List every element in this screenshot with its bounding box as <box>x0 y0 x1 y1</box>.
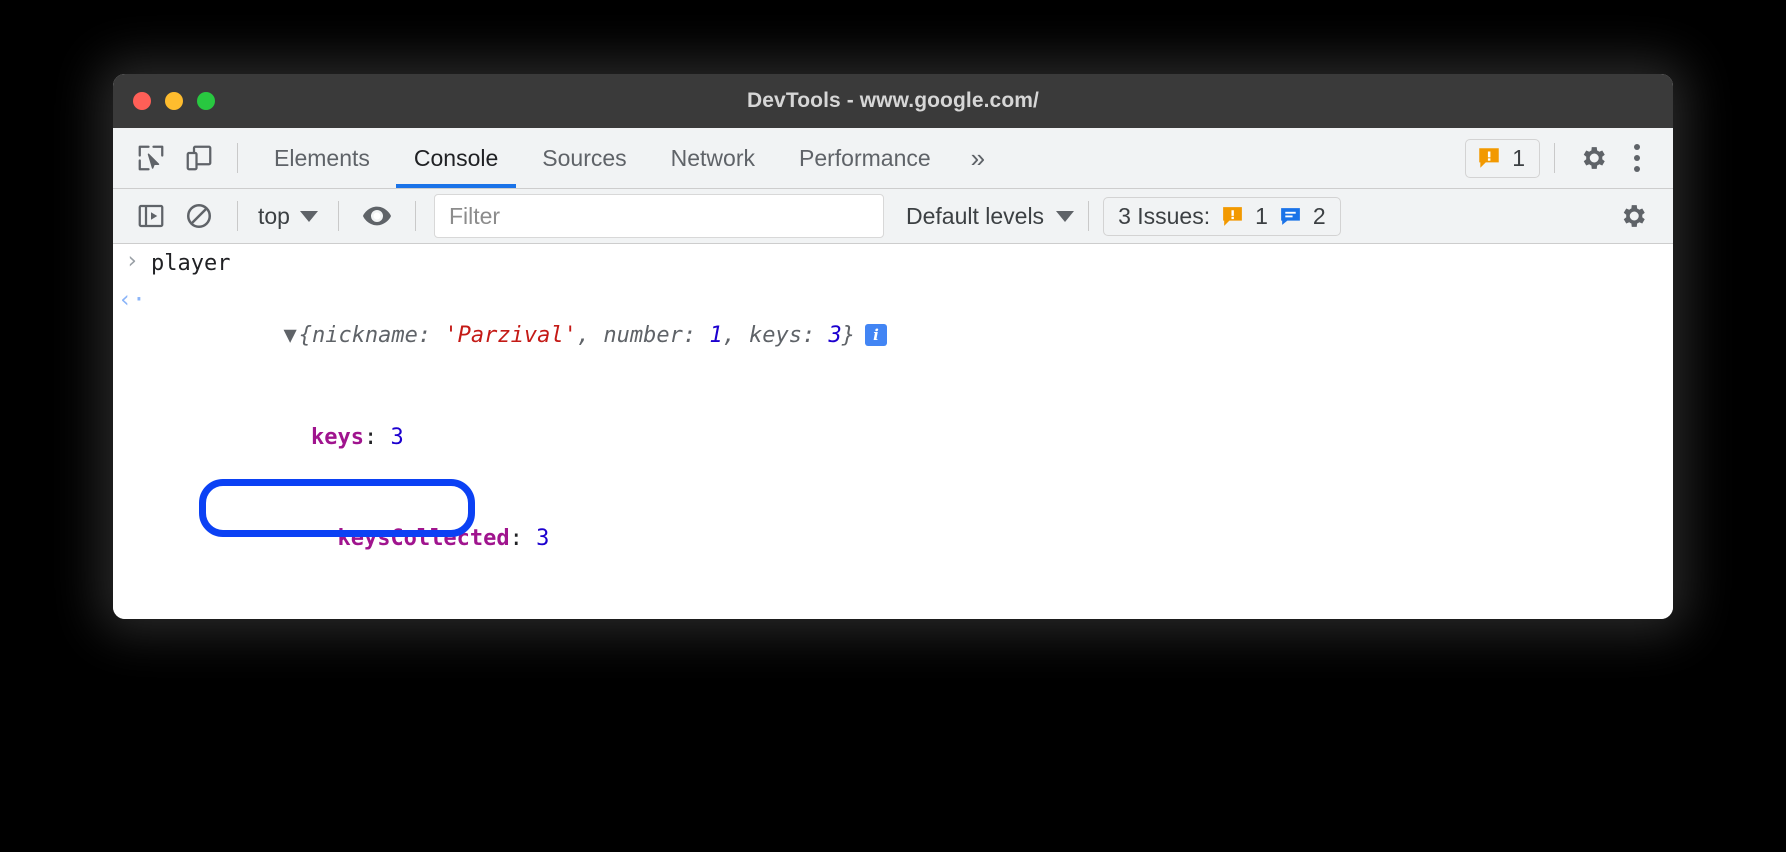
filterbar-divider-3 <box>415 201 416 231</box>
preview-open-brace: { <box>299 323 312 348</box>
console-sidebar-icon[interactable] <box>127 192 175 240</box>
more-tabs-label: » <box>971 143 985 174</box>
gear-icon[interactable] <box>1569 134 1617 182</box>
devtools-tabbar: Elements Console Sources Network Perform… <box>113 128 1673 189</box>
object-preview[interactable]: ▼{nickname: 'Parzival', number: 1, keys:… <box>151 286 887 385</box>
inspect-element-icon[interactable] <box>127 134 175 182</box>
warning-count-label: 1 <box>1512 145 1525 172</box>
info-message-icon <box>1278 204 1303 229</box>
result-gutter: ‹· <box>113 286 151 312</box>
traffic-light-controls <box>133 74 215 128</box>
preview-part-5: 3 <box>829 323 842 348</box>
console-input-row[interactable]: › player <box>113 244 1673 283</box>
log-levels-select[interactable]: Default levels <box>906 203 1074 230</box>
preview-close-brace: } <box>842 323 855 348</box>
expand-triangle-icon[interactable]: ▼ <box>283 319 296 352</box>
warning-icon <box>1476 145 1502 171</box>
preview-part-0: nickname: <box>312 323 444 348</box>
issues-info-count: 2 <box>1313 203 1326 230</box>
result-arrow-icon: ‹· <box>118 289 146 312</box>
filterbar-divider-4 <box>1088 201 1089 231</box>
tab-network[interactable]: Network <box>649 128 777 188</box>
tabbar-right-controls: 1 <box>1465 128 1673 188</box>
filter-placeholder: Filter <box>449 203 500 230</box>
console-settings-gear-icon[interactable] <box>1609 192 1657 240</box>
tab-console[interactable]: Console <box>392 128 520 188</box>
minimize-window-button[interactable] <box>165 92 183 110</box>
kebab-menu-icon[interactable] <box>1617 138 1657 178</box>
warning-icon <box>1220 204 1245 229</box>
warning-count-badge[interactable]: 1 <box>1465 139 1540 178</box>
clear-console-icon[interactable] <box>175 192 223 240</box>
preview-part-3: 1 <box>709 323 722 348</box>
property-row-keyscollected[interactable]: keysCollected: 3 <box>113 488 1673 588</box>
property-name: keysCollected <box>337 526 509 551</box>
tab-sources[interactable]: Sources <box>520 128 648 188</box>
filterbar-right-controls <box>1609 192 1673 240</box>
prompt-arrow-icon: › <box>125 250 139 273</box>
tabbar-right-divider <box>1554 143 1555 173</box>
issues-label: 3 Issues: <box>1118 203 1210 230</box>
tab-performance-label: Performance <box>799 145 931 172</box>
panel-tabs: Elements Console Sources Network Perform… <box>252 128 1003 188</box>
tab-sources-label: Sources <box>542 145 626 172</box>
annotated-property-wrapper: keysCollected: 3 <box>113 488 1673 588</box>
filterbar-divider-1 <box>237 201 238 231</box>
filterbar-divider-2 <box>338 201 339 231</box>
devtools-window: DevTools - www.google.com/ Elements <box>113 74 1673 619</box>
tab-performance[interactable]: Performance <box>777 128 953 188</box>
console-output: › player ‹· ▼{nickname: 'Parzival', numb… <box>113 244 1673 619</box>
window-titlebar: DevTools - www.google.com/ <box>113 74 1673 128</box>
chevron-down-icon <box>300 211 318 222</box>
preview-part-4: , keys: <box>723 323 829 348</box>
window-title: DevTools - www.google.com/ <box>113 89 1673 113</box>
issues-badge[interactable]: 3 Issues: 1 2 <box>1103 197 1341 236</box>
preview-part-2: , number: <box>577 323 709 348</box>
device-toolbar-icon[interactable] <box>175 134 223 182</box>
more-tabs-chevron-icon[interactable]: » <box>953 128 1003 188</box>
console-result-row[interactable]: ‹· ▼{nickname: 'Parzival', number: 1, ke… <box>113 283 1673 388</box>
chevron-down-icon <box>1056 211 1074 222</box>
issues-warning-count: 1 <box>1255 203 1268 230</box>
screenshot-root: DevTools - www.google.com/ Elements <box>0 0 1786 852</box>
maximize-window-button[interactable] <box>197 92 215 110</box>
tab-network-label: Network <box>671 145 755 172</box>
tab-elements[interactable]: Elements <box>252 128 392 188</box>
tab-elements-label: Elements <box>274 145 370 172</box>
console-filter-toolbar: top Filter Default levels 3 Issues <box>113 189 1673 244</box>
execution-context-select[interactable]: top <box>252 203 324 230</box>
property-name: keys <box>311 425 364 450</box>
property-row-nickname[interactable]: nickname: "Parzival" <box>113 589 1673 619</box>
property-value: 3 <box>536 526 549 551</box>
preview-part-1: 'Parzival' <box>444 323 576 348</box>
filter-input[interactable]: Filter <box>434 194 884 238</box>
live-expression-icon[interactable] <box>353 192 401 240</box>
property-value: 3 <box>390 425 403 450</box>
log-levels-label: Default levels <box>906 203 1044 230</box>
execution-context-label: top <box>258 203 290 230</box>
property-row-keys[interactable]: keys: 3 <box>113 388 1673 488</box>
console-input-text: player <box>151 247 230 280</box>
info-badge-icon[interactable]: i <box>865 324 887 346</box>
prompt-gutter: › <box>113 247 151 273</box>
close-window-button[interactable] <box>133 92 151 110</box>
toolbar-divider <box>237 143 238 173</box>
tab-console-label: Console <box>414 145 498 172</box>
